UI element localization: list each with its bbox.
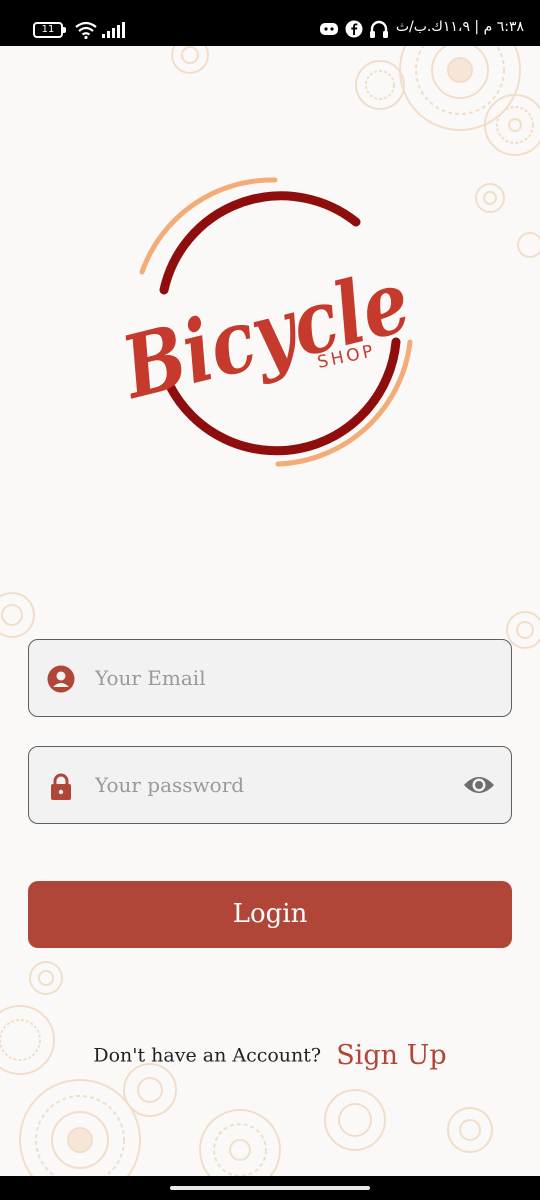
email-input[interactable] xyxy=(95,640,455,716)
wifi-icon xyxy=(75,21,97,39)
discord-icon xyxy=(320,23,338,35)
user-circle-icon xyxy=(47,665,75,693)
headphones-icon xyxy=(370,20,388,38)
logo-light-ring-top xyxy=(139,177,278,275)
signup-row: Don't have an Account? Sign Up xyxy=(0,1040,540,1071)
password-field[interactable] xyxy=(28,746,512,824)
battery-level: 11 xyxy=(41,24,55,35)
signal-icon xyxy=(102,22,125,38)
lock-icon xyxy=(51,773,71,800)
facebook-icon xyxy=(345,20,363,38)
status-text: ٦:٣٨ م | ١١،٩ك.ب/ث xyxy=(395,19,524,35)
navigation-bar xyxy=(0,1176,540,1200)
battery-icon: 11 xyxy=(33,22,66,38)
eye-icon[interactable] xyxy=(463,771,495,799)
password-input[interactable] xyxy=(95,747,455,823)
bicycle-shop-logo: Bicycle SHOP xyxy=(118,177,419,467)
signup-prompt: Don't have an Account? xyxy=(93,1044,322,1067)
sign-up-link[interactable]: Sign Up xyxy=(336,1040,446,1071)
login-button[interactable]: Login xyxy=(28,881,512,948)
email-field[interactable] xyxy=(28,639,512,717)
status-bar: 11 ٦:٣٨ م | ١١،٩ك.ب/ث xyxy=(0,0,540,46)
home-indicator[interactable] xyxy=(170,1186,370,1190)
